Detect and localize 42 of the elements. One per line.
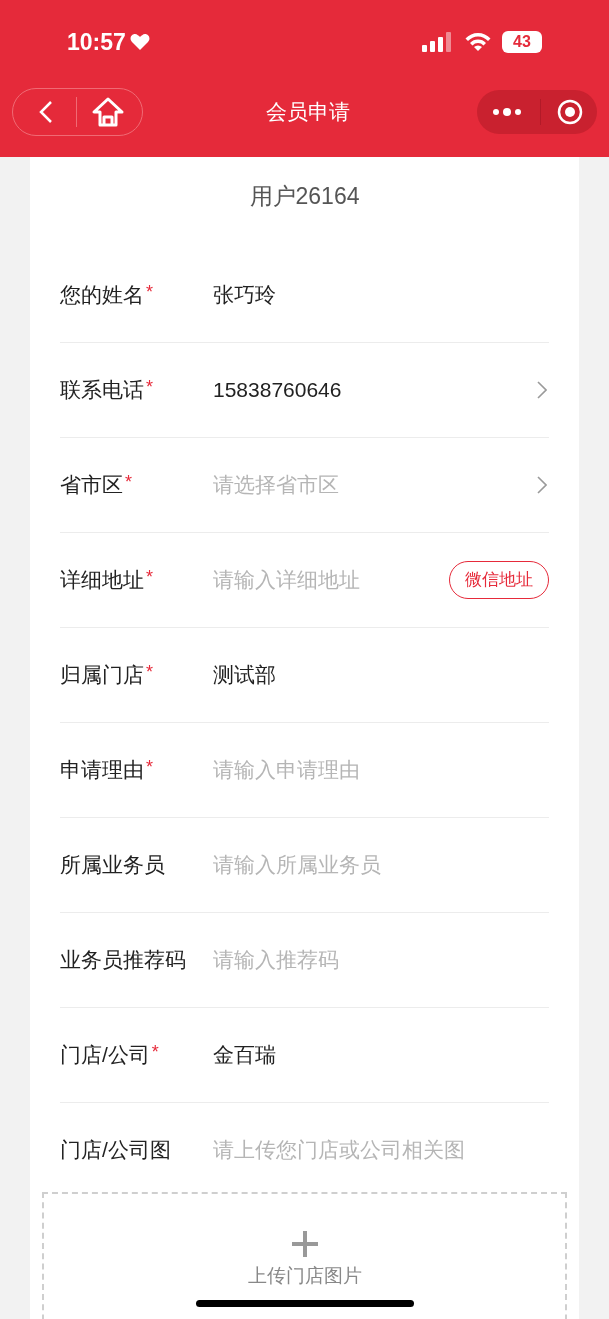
required-mark: * <box>151 1041 159 1064</box>
heart-icon <box>129 33 150 51</box>
home-icon[interactable] <box>91 96 125 128</box>
field-label: 省市区 <box>60 471 123 498</box>
back-icon[interactable] <box>39 100 53 124</box>
page-title: 会员申请 <box>265 99 351 126</box>
chevron-right-icon <box>537 475 547 494</box>
required-mark: * <box>146 566 153 589</box>
input-field[interactable]: 请输入推荐码 <box>213 943 549 976</box>
required-mark: * <box>146 281 153 304</box>
input-field[interactable]: 15838760646 <box>213 373 537 406</box>
input-field[interactable]: 张巧玲 <box>213 278 549 311</box>
field-label: 业务员推荐码 <box>60 946 186 973</box>
record-icon[interactable] <box>557 99 583 125</box>
input-field[interactable]: 测试部 <box>213 658 549 691</box>
upload-label: 上传门店图片 <box>247 1263 362 1288</box>
plus-icon <box>290 1229 319 1258</box>
battery-indicator: 43 <box>502 31 542 53</box>
field-label: 您的姓名 <box>60 281 144 308</box>
input-field[interactable]: 请上传您门店或公司相关图 <box>213 1134 549 1166</box>
input-field[interactable]: 请输入所属业务员 <box>213 848 549 881</box>
chevron-right-icon <box>537 380 547 399</box>
input-field[interactable]: 请输入申请理由 <box>213 753 549 786</box>
input-field[interactable]: 请选择省市区 <box>213 468 537 501</box>
field-label: 所属业务员 <box>60 851 165 878</box>
field-label: 联系电话 <box>60 376 144 403</box>
field-label: 申请理由 <box>60 756 144 783</box>
field-label: 详细地址 <box>60 566 144 593</box>
field-label: 归属门店 <box>60 661 144 688</box>
more-icon[interactable] <box>492 107 522 117</box>
clock: 10:57 <box>67 27 126 57</box>
field-label: 门店/公司图 <box>60 1137 171 1164</box>
wifi-icon <box>464 32 492 52</box>
signal-icon <box>422 32 452 52</box>
field-label: 门店/公司 <box>60 1041 150 1068</box>
required-mark: * <box>146 376 153 399</box>
input-field[interactable]: 请输入详细地址 <box>213 563 449 596</box>
required-mark: * <box>146 756 153 779</box>
required-mark: * <box>125 471 132 494</box>
input-field[interactable]: 金百瑞 <box>213 1038 549 1071</box>
required-mark: * <box>146 661 153 684</box>
user-name: 用户26164 <box>249 182 360 211</box>
